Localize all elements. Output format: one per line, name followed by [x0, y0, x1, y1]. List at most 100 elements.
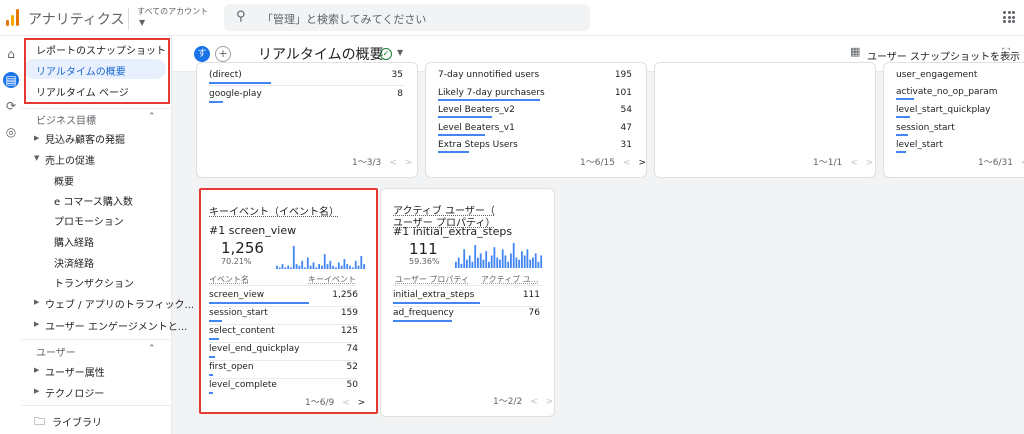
sparkline-bar — [471, 261, 474, 268]
row-bar — [896, 98, 914, 100]
analytics-logo-icon[interactable] — [6, 8, 20, 26]
next-icon[interactable]: > — [546, 397, 554, 407]
sidebar-item-technology[interactable]: テクノロジー — [45, 385, 104, 400]
sidebar-item-traffic[interactable]: ウェブ / アプリのトラフィック... — [45, 296, 194, 311]
sidebar-item-promotions[interactable]: プロモーション — [54, 213, 124, 228]
home-icon[interactable]: ⌂ — [3, 46, 19, 62]
divider — [393, 285, 543, 286]
sparkline-bar — [521, 251, 523, 268]
column-header-user-property[interactable]: ユーザー プロパティ — [395, 274, 469, 285]
sparkline-bar — [357, 265, 360, 269]
pagination: 1～6/9 < > — [305, 398, 366, 408]
sparkline-bar — [526, 249, 529, 268]
sparkline-chart — [455, 243, 543, 268]
sidebar-item-engagement[interactable]: ユーザー エンゲージメントと... — [45, 318, 187, 333]
check-icon[interactable]: ✓ — [380, 48, 392, 60]
table-row-label[interactable]: session_start — [209, 308, 268, 318]
table-row-bar — [209, 320, 222, 322]
sparkline-bar — [287, 265, 290, 269]
table-row-label[interactable]: ad_frequency — [393, 308, 454, 318]
sparkline-bar — [292, 246, 295, 269]
column-header-active-users[interactable]: アクティブ ユ... — [481, 274, 538, 285]
table-row-bar — [209, 356, 215, 358]
reports-icon[interactable]: ▤ — [3, 72, 19, 88]
column-header-event[interactable]: イベント名 — [209, 274, 249, 285]
column-header-key-events[interactable]: キーイベント — [308, 274, 356, 285]
explore-icon[interactable]: ⟳ — [3, 98, 19, 114]
user-snapshot-icon[interactable]: ▦ — [850, 45, 860, 58]
pagination: 1～3/3 < > — [352, 158, 413, 168]
table-row-label[interactable]: select_content — [209, 326, 275, 336]
sparkline-bar — [337, 262, 340, 269]
expand-triangle-icon[interactable]: ▶ — [34, 387, 39, 395]
sidebar-item-library[interactable]: ライブラリ — [52, 414, 102, 429]
prev-icon[interactable]: < — [623, 158, 631, 168]
sidebar-item-ecommerce[interactable]: e コマース購入数 — [54, 193, 133, 208]
advertising-icon[interactable]: ◎ — [3, 124, 19, 140]
table-row-label[interactable]: first_open — [209, 362, 254, 372]
top-item-value: 111 — [409, 240, 438, 258]
sparkline-bar — [493, 247, 496, 268]
page-title: リアルタイムの概要 — [258, 47, 384, 63]
sidebar-item-drive-sales[interactable]: 売上の促進 — [45, 152, 95, 167]
sparkline-bar — [360, 255, 363, 269]
chevron-down-icon[interactable]: ▼ — [397, 48, 403, 57]
active-users-card: アクティブ ユーザー（ ユーザー プロパティ） #1 initial_extra… — [380, 188, 555, 417]
table-row-bar — [209, 338, 219, 340]
table-row-label[interactable]: initial_extra_steps — [393, 290, 474, 300]
nav-rail: ⌂ ▤ ⟳ ◎ — [0, 36, 22, 434]
card-audience: 7-day unnotified users 195 Likely 7-day … — [425, 62, 647, 178]
chevron-up-icon[interactable]: ⌃ — [148, 112, 156, 122]
avatar[interactable]: す — [194, 46, 210, 62]
pagination: 1～6/15 < > — [580, 158, 647, 168]
table-row-label[interactable]: screen_view — [209, 290, 264, 300]
sidebar-item-purchase-path[interactable]: 購入経路 — [54, 234, 94, 249]
sparkline-bar — [278, 267, 281, 269]
expand-triangle-icon[interactable]: ▶ — [34, 366, 39, 374]
fullscreen-icon[interactable]: ⛶ — [1002, 46, 1010, 60]
prev-icon[interactable]: < — [850, 158, 858, 168]
next-icon[interactable]: > — [405, 158, 413, 168]
account-selector-label[interactable]: すべてのアカウント — [137, 6, 208, 17]
account-caret-icon[interactable]: ▼ — [139, 18, 145, 27]
sparkline-bar — [329, 260, 332, 269]
sparkline-bar — [290, 267, 292, 269]
expand-triangle-icon[interactable]: ▶ — [34, 298, 39, 306]
apps-grid-icon[interactable] — [1003, 11, 1015, 23]
table-row-label[interactable]: level_end_quickplay — [209, 344, 300, 354]
sparkline-bar — [490, 255, 493, 268]
add-comparison-button[interactable]: + — [215, 46, 231, 62]
table-row-bar — [393, 320, 452, 322]
sidebar-item-transactions[interactable]: トランザクション — [54, 275, 134, 290]
prev-icon[interactable]: < — [389, 158, 397, 168]
section-user[interactable]: ユーザー — [36, 344, 76, 359]
expand-triangle-icon[interactable]: ▶ — [34, 134, 39, 142]
sparkline-bar — [501, 249, 504, 268]
sidebar-item-demographics[interactable]: ユーザー属性 — [45, 364, 105, 379]
prev-icon[interactable]: < — [530, 397, 538, 407]
prev-icon[interactable]: < — [342, 398, 350, 408]
expand-triangle-icon[interactable]: ▶ — [34, 320, 39, 328]
sidebar-item-lead-generation[interactable]: 見込み顧客の発掘 — [45, 131, 125, 146]
sparkline-bar — [306, 257, 309, 269]
section-business-goals[interactable]: ビジネス目標 — [36, 112, 96, 127]
search-box[interactable]: ⚲ 「管理」と検索してみてください — [224, 4, 590, 31]
sidebar-item-overview[interactable]: 概要 — [54, 173, 74, 188]
chevron-up-icon[interactable]: ⌃ — [148, 344, 156, 354]
row-label: level_start — [896, 140, 943, 150]
table-row-bar — [393, 302, 480, 304]
row-bar — [438, 134, 485, 136]
app-title: アナリティクス — [28, 12, 125, 28]
next-icon[interactable]: > — [358, 398, 366, 408]
row-label: user_engagement — [896, 70, 978, 80]
folder-icon[interactable]: 🗀 — [34, 413, 45, 432]
sparkline-bar — [532, 257, 534, 268]
collapse-triangle-icon[interactable]: ▼ — [34, 154, 39, 162]
sparkline-bar — [326, 264, 329, 269]
user-snapshot-button[interactable]: ユーザー スナップショットを表示 — [867, 48, 1020, 63]
card-heading[interactable]: キーイベント（イベント名） — [209, 203, 339, 218]
table-row-label[interactable]: level_complete — [209, 380, 277, 390]
next-icon[interactable]: > — [638, 158, 646, 168]
next-icon[interactable]: > — [866, 158, 874, 168]
sidebar-item-checkout-path[interactable]: 決済経路 — [54, 255, 94, 270]
